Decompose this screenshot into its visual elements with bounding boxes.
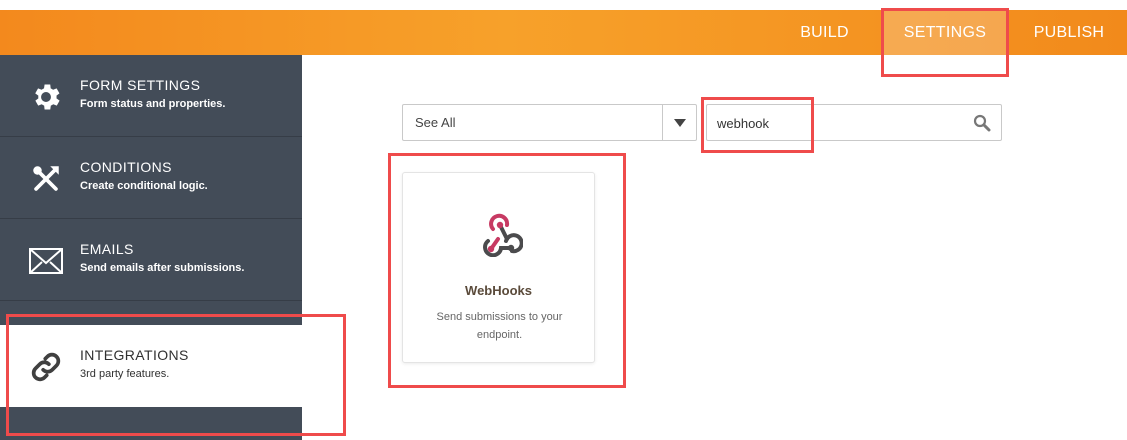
dropdown-arrow-icon[interactable] bbox=[662, 105, 696, 140]
top-navigation-bar: BUILD SETTINGS PUBLISH bbox=[0, 10, 1127, 55]
gear-icon bbox=[28, 79, 64, 115]
link-icon bbox=[28, 349, 64, 385]
sidebar-item-subtitle: Send emails after submissions. bbox=[80, 262, 245, 274]
conditions-icon bbox=[28, 161, 64, 197]
sidebar-item-emails[interactable]: EMAILS Send emails after submissions. bbox=[0, 219, 302, 301]
sidebar-item-title: FORM SETTINGS bbox=[80, 77, 201, 93]
tab-publish[interactable]: PUBLISH bbox=[1016, 10, 1122, 55]
tab-settings[interactable]: SETTINGS bbox=[882, 10, 1008, 55]
sidebar-item-subtitle: Form status and properties. bbox=[80, 98, 226, 110]
integration-card-title: WebHooks bbox=[465, 283, 532, 298]
category-filter-select[interactable]: See All bbox=[402, 104, 697, 141]
webhook-icon bbox=[477, 213, 524, 258]
sidebar-item-title: CONDITIONS bbox=[80, 159, 172, 175]
settings-sidebar: FORM SETTINGS Form status and properties… bbox=[0, 55, 302, 440]
sidebar-item-integrations[interactable]: INTEGRATIONS 3rd party features. bbox=[0, 325, 302, 407]
sidebar-item-title: EMAILS bbox=[80, 241, 134, 257]
sidebar-item-form-settings[interactable]: FORM SETTINGS Form status and properties… bbox=[0, 55, 302, 137]
tab-build[interactable]: BUILD bbox=[776, 10, 873, 55]
envelope-icon bbox=[28, 243, 64, 279]
integration-card-webhooks[interactable]: WebHooks Send submissions to your endpoi… bbox=[402, 172, 595, 363]
integration-search bbox=[706, 104, 1002, 141]
category-filter-value: See All bbox=[415, 115, 456, 130]
sidebar-item-title: INTEGRATIONS bbox=[80, 347, 189, 363]
sidebar-item-subtitle: Create conditional logic. bbox=[80, 180, 208, 192]
sidebar-item-conditions[interactable]: CONDITIONS Create conditional logic. bbox=[0, 137, 302, 219]
integration-card-description: Send submissions to your endpoint. bbox=[436, 311, 563, 341]
search-icon[interactable] bbox=[973, 114, 991, 132]
sidebar-item-subtitle: 3rd party features. bbox=[80, 368, 170, 380]
search-input[interactable] bbox=[717, 113, 967, 133]
